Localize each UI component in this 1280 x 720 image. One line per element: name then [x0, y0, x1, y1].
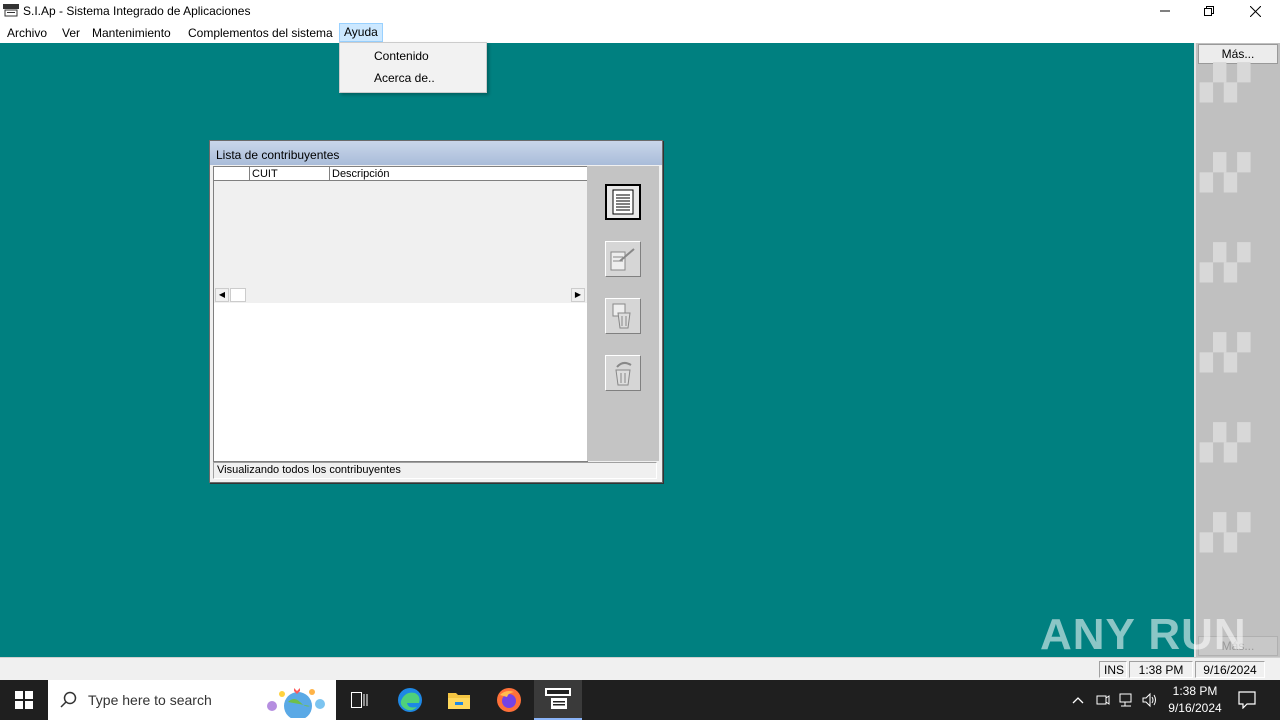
clock-date: 9/16/2024 [1168, 701, 1222, 715]
menu-bar: Archivo Ver Mantenimiento Complementos d… [0, 22, 1280, 44]
delete-button[interactable] [605, 298, 641, 334]
lista-window-caption[interactable]: Lista de contribuyentes [210, 141, 662, 165]
menu-item-contenido[interactable]: Contenido [374, 49, 429, 63]
task-view-icon [351, 692, 368, 708]
afip-logo-icon: ▞▞ [1200, 424, 1250, 462]
menu-archivo[interactable]: Archivo [3, 25, 51, 41]
start-button[interactable] [0, 680, 48, 720]
menu-item-acerca[interactable]: Acerca de.. [374, 71, 435, 85]
window-title: S.I.Ap - Sistema Integrado de Aplicacion… [23, 4, 251, 18]
menu-ver[interactable]: Ver [58, 25, 84, 41]
ayuda-dropdown: Contenido Acerca de.. [339, 42, 487, 93]
menu-mantenimiento[interactable]: Mantenimiento [88, 25, 175, 41]
siap-app-icon [545, 688, 571, 709]
document-list-icon [612, 189, 634, 215]
horizontal-scrollbar[interactable]: ◀ ▶ [214, 287, 587, 303]
afip-logo-icon: ▞▞ [1200, 334, 1250, 372]
afip-logo-icon: ▞▞ [1200, 154, 1250, 192]
lista-status-text: Visualizando todos los contribuyentes [213, 462, 657, 479]
taskbar: Type here to search 1:38 PM 9/16/2024 [0, 680, 1280, 720]
siap-taskbar-button[interactable] [534, 680, 582, 720]
menu-ayuda[interactable]: Ayuda [339, 23, 383, 42]
trash-icon [612, 303, 631, 329]
view-list-button[interactable] [605, 184, 641, 220]
firefox-button[interactable] [485, 680, 533, 720]
right-panel: Más... ▞▞ ▞▞ ▞▞ ▞▞ ▞▞ ▞▞ Más... [1194, 43, 1280, 657]
restore-button[interactable] [1186, 0, 1232, 22]
ins-indicator: INS [1099, 661, 1127, 678]
minimize-icon [1160, 10, 1170, 12]
edit-button[interactable] [605, 241, 641, 277]
action-toolbar [587, 166, 659, 461]
afip-logo-icon: ▞▞ [1200, 64, 1250, 102]
afip-logo-icon: ▞▞ [1200, 514, 1250, 552]
edge-icon [398, 688, 422, 712]
restore-icon [1204, 6, 1214, 16]
chevron-up-icon[interactable] [1072, 694, 1084, 706]
status-date: 9/16/2024 [1195, 661, 1265, 678]
minimize-button[interactable] [1142, 0, 1188, 22]
taskbar-search[interactable]: Type here to search [48, 680, 336, 720]
task-view-button[interactable] [336, 680, 384, 720]
app-status-bar: INS 1:38 PM 9/16/2024 [0, 657, 1280, 681]
title-bar: S.I.Ap - Sistema Integrado de Aplicacion… [0, 0, 1280, 22]
menu-complementos[interactable]: Complementos del sistema [184, 25, 337, 41]
search-placeholder: Type here to search [88, 692, 212, 708]
network-icon[interactable] [1119, 692, 1135, 708]
status-time: 1:38 PM [1129, 661, 1193, 678]
column-header-descripcion[interactable]: Descripción [330, 167, 587, 181]
firefox-icon [497, 688, 521, 712]
mas-button-top[interactable]: Más... [1198, 44, 1278, 64]
folder-icon [448, 693, 470, 709]
close-button[interactable] [1232, 0, 1278, 22]
taskbar-clock[interactable]: 1:38 PM 9/16/2024 [1162, 683, 1228, 717]
app-icon [3, 4, 19, 17]
contribuyentes-grid[interactable]: CUIT Descripción ◀ ▶ [213, 166, 588, 304]
windows-logo-icon [15, 691, 33, 709]
anyrun-watermark: ANY RUN [1040, 610, 1247, 659]
scroll-right-icon[interactable]: ▶ [571, 288, 585, 302]
search-icon [60, 691, 77, 708]
scroll-left-icon[interactable]: ◀ [215, 288, 229, 302]
meet-now-icon[interactable] [1096, 692, 1110, 708]
lista-contribuyentes-window: Lista de contribuyentes CUIT Descripción… [209, 140, 663, 483]
notification-icon[interactable] [1238, 691, 1256, 709]
afip-logo-icon: ▞▞ [1200, 244, 1250, 282]
trash-restore-icon [615, 361, 632, 386]
column-header-selector[interactable] [214, 167, 250, 181]
edge-button[interactable] [386, 680, 434, 720]
volume-icon[interactable] [1142, 692, 1158, 708]
lista-window-title: Lista de contribuyentes [216, 148, 340, 162]
news-widget-icon [267, 688, 325, 718]
scroll-thumb[interactable] [230, 288, 246, 302]
file-explorer-button[interactable] [435, 680, 483, 720]
edit-document-icon [610, 248, 635, 271]
column-header-cuit[interactable]: CUIT [250, 167, 330, 181]
detail-panel [213, 303, 588, 462]
clock-time: 1:38 PM [1172, 684, 1218, 698]
restore-delete-button[interactable] [605, 355, 641, 391]
close-icon [1249, 5, 1261, 17]
